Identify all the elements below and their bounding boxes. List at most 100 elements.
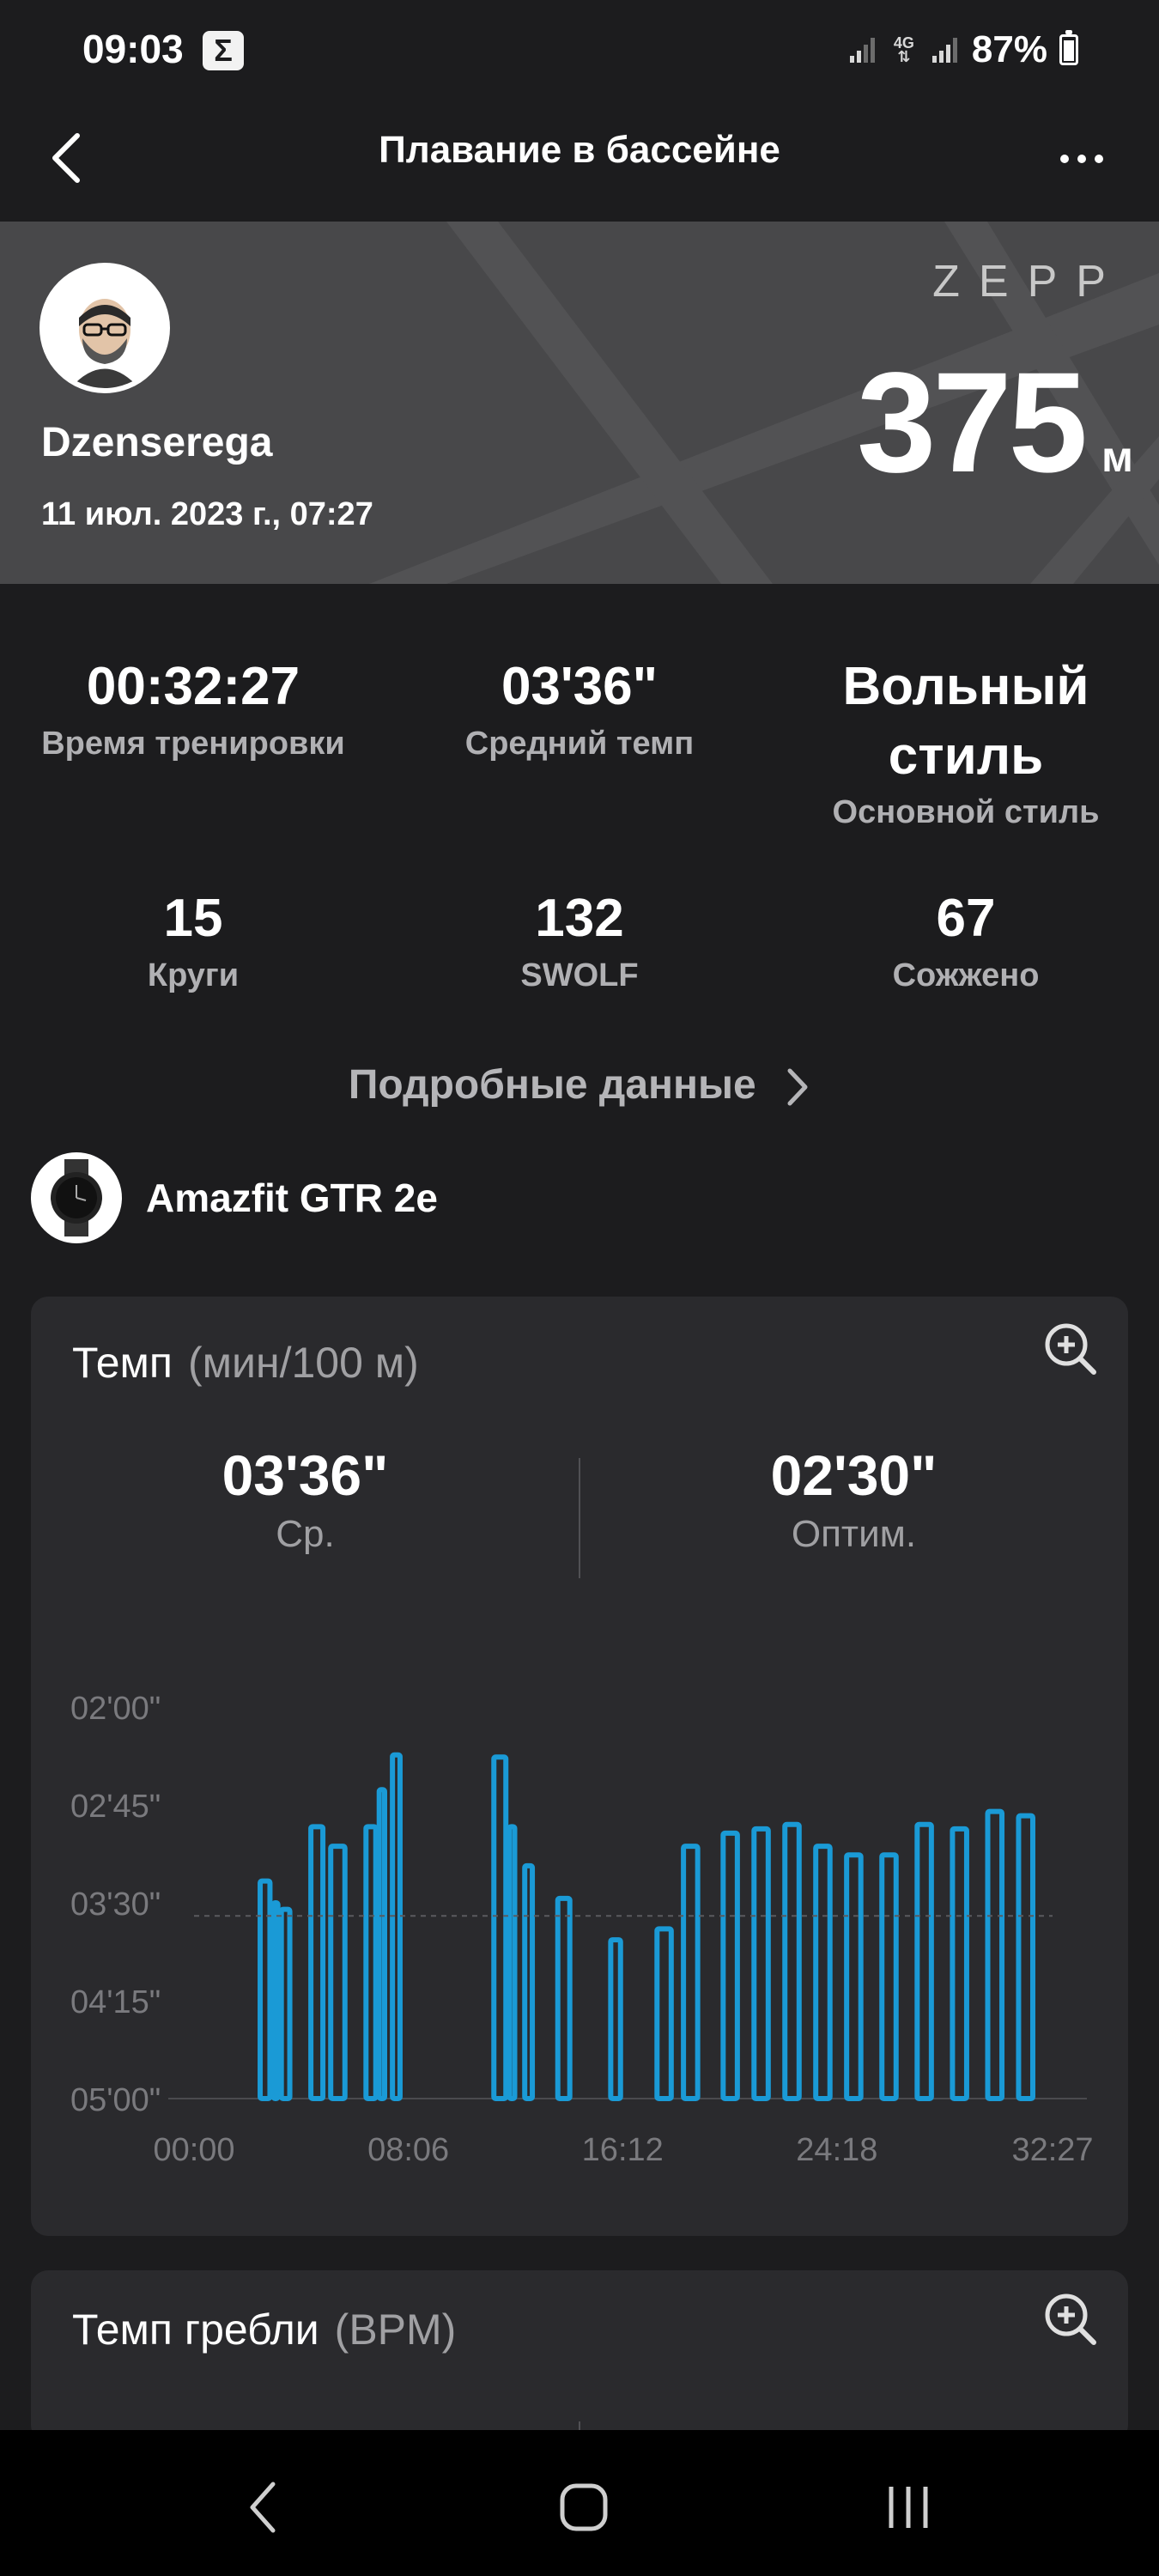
- battery-icon: [1059, 30, 1078, 65]
- stat-value: 67: [936, 889, 996, 948]
- device-row[interactable]: Amazfit GTR 2e: [31, 1151, 438, 1245]
- pace-bar: [258, 1878, 273, 2102]
- y-tick-label: 04'15": [70, 1984, 161, 2020]
- stroke-unit: (BPM): [334, 2306, 457, 2354]
- pace-bar: [681, 1844, 701, 2102]
- pace-bar: [813, 1844, 833, 2102]
- chevron-right-icon: [787, 1068, 808, 1106]
- watch-icon: [31, 1152, 122, 1243]
- workout-banner: Dzenserega 11 июл. 2023 г., 07:27 ZEPP 3…: [0, 222, 1159, 584]
- notification-s-icon: Σ: [203, 31, 244, 70]
- workout-date: 11 июл. 2023 г., 07:27: [41, 496, 373, 532]
- more-horizontal-icon: [1060, 155, 1069, 163]
- more-options-button[interactable]: [1047, 129, 1116, 189]
- signal-icon-2: [931, 38, 957, 63]
- stat-label: Время тренировки: [41, 725, 345, 762]
- pace-bar: [491, 1754, 509, 2101]
- stat-avg-pace: 03'36" Средний темп: [386, 653, 773, 762]
- pace-bar: [390, 1752, 403, 2101]
- detailed-data-label: Подробные данные: [348, 1062, 756, 1108]
- pace-chart[interactable]: 02'00" 02'45" 03'30" 04'15" 05'00" 00:00 08:06…: [31, 1297, 1128, 2236]
- zoom-in-icon: [1045, 2293, 1096, 2345]
- zepp-logo: ZEPP: [932, 257, 1125, 307]
- stroke-card-title: Темп гребли (BPM): [72, 2305, 456, 2354]
- pace-bar: [782, 1821, 802, 2101]
- user-avatar-image: [45, 268, 165, 388]
- pace-bar: [879, 1852, 899, 2101]
- app-header: Плавание в бассейне: [0, 103, 1159, 223]
- x-tick-label: 32:27: [1011, 2132, 1093, 2168]
- y-tick-label: 02'00": [70, 1691, 161, 1727]
- stroke-title: Темп гребли: [72, 2306, 319, 2354]
- x-tick-label: 24:18: [796, 2132, 877, 2168]
- x-tick-label: 08:06: [367, 2132, 449, 2168]
- x-tick-label: 00:00: [153, 2132, 234, 2168]
- pace-bar: [751, 1826, 771, 2101]
- page-title: Плавание в бассейне: [379, 129, 780, 171]
- nav-home-button[interactable]: [532, 2473, 635, 2542]
- pace-bar: [1016, 1813, 1035, 2102]
- pace-bar: [654, 1926, 674, 2102]
- watch-image: [51, 1159, 102, 1236]
- pace-bar: [844, 1852, 864, 2101]
- pace-bar: [522, 1862, 536, 2102]
- stroke-rate-card: Темп гребли (BPM): [31, 2270, 1128, 2442]
- distance: 375 м: [857, 342, 1133, 505]
- distance-value: 375: [857, 343, 1088, 502]
- network-label: 4G: [893, 34, 914, 52]
- stat-label: Круги: [147, 957, 240, 993]
- pace-bar: [985, 1808, 1005, 2101]
- pace-bar: [914, 1821, 934, 2101]
- status-bar: 09:03 Σ 4G ⇅ 87%: [0, 0, 1159, 103]
- system-nav-bar: [0, 2430, 1159, 2576]
- stat-main-style: Вольный стиль Основной стиль: [773, 653, 1159, 831]
- pace-bar: [270, 1900, 281, 2101]
- signal-icon: [849, 38, 875, 63]
- stat-laps: 15 Круги: [0, 884, 386, 994]
- pace-card: Темп (мин/100 м) 03'36" Ср. 02'30" Оптим.…: [31, 1297, 1128, 2236]
- more-dot: [1095, 155, 1103, 163]
- stat-swolf: 132 SWOLF: [386, 884, 773, 994]
- network-type: 4G ⇅: [893, 34, 914, 65]
- pace-bar: [328, 1844, 348, 2102]
- stat-value: Вольный стиль: [842, 657, 1089, 786]
- stat-label: Сожжено: [892, 957, 1040, 993]
- nav-home-icon: [560, 2483, 608, 2531]
- nav-recents-button[interactable]: [857, 2473, 960, 2542]
- battery-percent: 87%: [971, 28, 1047, 70]
- stat-label: SWOLF: [520, 957, 639, 993]
- stat-calories: 67 Сожжено: [773, 884, 1159, 994]
- pace-bar: [950, 1826, 969, 2101]
- x-tick-label: 16:12: [582, 2132, 664, 2168]
- stat-value: 15: [163, 889, 223, 948]
- y-tick-label: 03'30": [70, 1886, 161, 1923]
- detailed-data-link[interactable]: Подробные данные: [0, 1061, 1159, 1109]
- zoom-button[interactable]: [1041, 2289, 1101, 2349]
- more-dot: [1077, 155, 1086, 163]
- stat-value: 00:32:27: [86, 657, 300, 716]
- device-name: Amazfit GTR 2e: [146, 1176, 438, 1220]
- nav-back-button[interactable]: [211, 2473, 314, 2542]
- avatar[interactable]: [39, 263, 170, 393]
- pace-bar: [720, 1830, 740, 2102]
- distance-unit: м: [1101, 433, 1133, 481]
- pace-bar: [278, 1906, 293, 2101]
- y-tick-label: 02'45": [70, 1789, 161, 1825]
- stat-value: 132: [535, 889, 624, 948]
- pace-bar: [608, 1937, 623, 2101]
- status-time: 09:03: [82, 27, 184, 71]
- nav-recents-icon: [889, 2487, 928, 2528]
- pace-bar: [507, 1824, 518, 2101]
- y-tick-label: 05'00": [70, 2082, 161, 2118]
- pace-bar: [555, 1895, 573, 2102]
- username: Dzenserega: [41, 420, 273, 465]
- stat-value: 03'36": [501, 657, 658, 716]
- pace-bar: [363, 1824, 379, 2101]
- stat-label: Средний темп: [464, 725, 695, 762]
- stat-label: Основной стиль: [832, 794, 1100, 831]
- pace-bar: [376, 1787, 387, 2101]
- status-indicators: 4G ⇅ 87%: [848, 24, 1078, 76]
- pace-bar: [308, 1824, 326, 2101]
- nav-back-icon: [250, 2482, 276, 2533]
- stat-workout-time: 00:32:27 Время тренировки: [0, 653, 386, 762]
